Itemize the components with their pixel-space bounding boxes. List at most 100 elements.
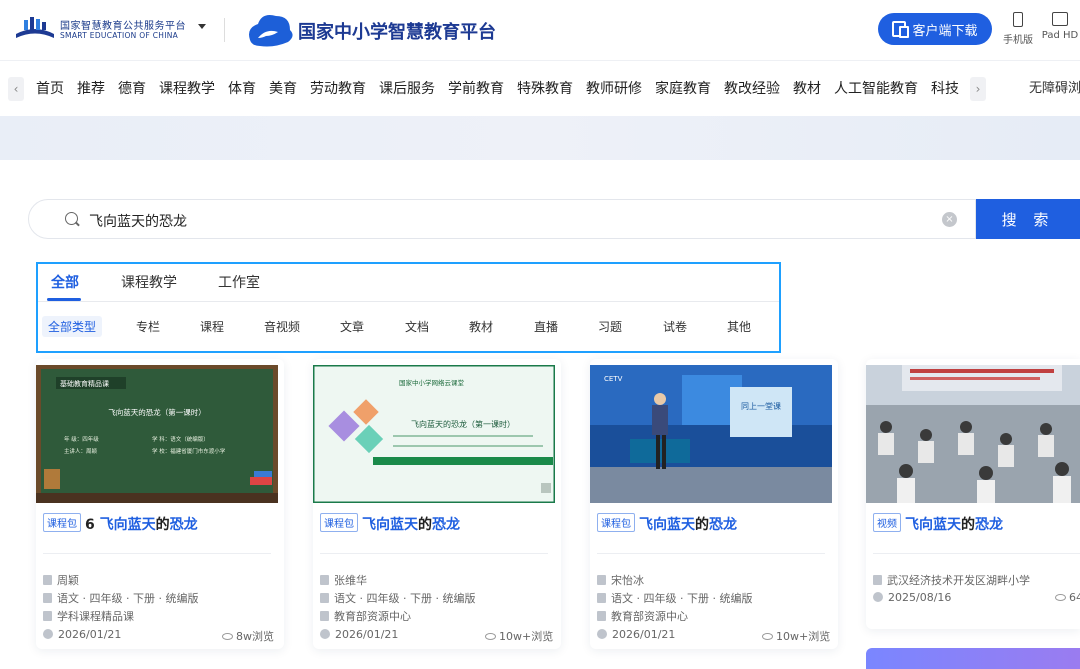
pad-version-link[interactable]: Pad HD [1040, 12, 1080, 41]
result-card[interactable]: 国家中小学网络云课堂 飞向蓝天的恐龙（第一课时） 课程包 飞向蓝天的恐龙 张维华 … [313, 359, 561, 649]
type-filter-other[interactable]: 其他 [727, 318, 751, 335]
source-name: 学科课程精品课 [57, 610, 134, 623]
type-filter-course[interactable]: 课程 [200, 318, 224, 335]
card-title[interactable]: 课程包 6 飞向蓝天的恐龙 [43, 513, 273, 534]
nav-item[interactable]: 家庭教育 [655, 61, 711, 117]
tab-studio[interactable]: 工作室 [218, 272, 260, 292]
thumb-subject: 学 科：语文（统编版） [152, 435, 209, 443]
title-text: 的 [155, 517, 170, 533]
nav-scroll-left-button[interactable]: ‹ [8, 77, 24, 101]
source-icon [597, 611, 606, 621]
subject-info: 语文 · 四年级 · 下册 · 统编版 [611, 592, 753, 605]
card-source: 教育部资源中心 [320, 608, 411, 624]
clock-icon [320, 629, 330, 639]
clear-icon[interactable]: × [942, 212, 957, 227]
brand-cn-name: 国家智慧教育公共服务平台 [60, 21, 186, 32]
card-title[interactable]: 课程包 飞向蓝天的恐龙 [597, 513, 827, 534]
type-filter-live[interactable]: 直播 [534, 318, 558, 335]
accessibility-link[interactable]: 无障碍浏 [1029, 61, 1080, 117]
search-icon [65, 212, 78, 225]
title-highlight: 恐龙 [432, 517, 460, 533]
type-filter-all[interactable]: 全部类型 [42, 316, 103, 337]
thumb-lecturer: 主讲人：周颖 [64, 447, 98, 455]
nav-item[interactable]: 德育 [118, 61, 146, 117]
client-download-label: 客户端下载 [912, 23, 978, 39]
view-count: 64 [1055, 591, 1080, 604]
thumb-heading: 基础教育精品课 [60, 379, 109, 388]
content-type-badge: 课程包 [597, 513, 635, 532]
type-filter-av[interactable]: 音视频 [264, 318, 300, 335]
card-title[interactable]: 课程包 飞向蓝天的恐龙 [320, 513, 550, 534]
client-download-button[interactable]: 客户端下载 [878, 13, 992, 45]
tab-all[interactable]: 全部 [51, 272, 79, 292]
publish-date: 2026/01/21 [58, 628, 122, 641]
nav-item[interactable]: 劳动教育 [310, 61, 366, 117]
tab-course-teaching[interactable]: 课程教学 [121, 272, 177, 292]
nav-item[interactable]: 科技 [931, 61, 959, 117]
result-card[interactable]: 基础教育精品课 飞向蓝天的恐龙（第一课时） 年 级：四年级 学 科：语文（统编版… [36, 359, 284, 649]
views-text: 10w+浏览 [499, 630, 554, 643]
device-download-icon [892, 21, 910, 38]
brand-en-name: SMART EDUCATION OF CHINA [60, 31, 179, 40]
nav-item[interactable]: 推荐 [77, 61, 105, 117]
book-icon [320, 593, 329, 603]
pad-label: Pad HD [1041, 30, 1079, 41]
filter-panel: 全部 课程教学 工作室 全部类型 专栏 课程 音视频 文章 文档 教材 直播 习… [36, 262, 781, 353]
views-text: 10w+浏览 [776, 630, 831, 643]
thumb-school: 学 校：福建省厦门市东渡小学 [152, 447, 226, 455]
title-highlight: 飞向蓝天 [905, 517, 961, 533]
nav-item[interactable]: 首页 [36, 61, 64, 117]
card-author: 张维华 [320, 572, 367, 588]
phone-label: 手机版 [1003, 35, 1033, 46]
type-filter-textbook[interactable]: 教材 [469, 318, 493, 335]
title-prefix: 6 [85, 517, 100, 533]
nav-item[interactable]: 美育 [269, 61, 297, 117]
course-thumbnail: 基础教育精品课 飞向蓝天的恐龙（第一课时） 年 级：四年级 学 科：语文（统编版… [36, 365, 278, 503]
type-filter-exam[interactable]: 试卷 [663, 318, 687, 335]
video-thumbnail [866, 365, 1080, 503]
divider [320, 553, 548, 554]
nav-item[interactable]: 体育 [228, 61, 256, 117]
nav-item[interactable]: 课后服务 [379, 61, 435, 117]
nav-item[interactable]: 特殊教育 [517, 61, 573, 117]
phone-version-link[interactable]: 手机版 [998, 12, 1038, 46]
clock-icon [873, 592, 883, 602]
document-icon [43, 575, 52, 585]
platform-brand[interactable]: 国家中小学智慧教育平台 [244, 10, 504, 50]
nav-item[interactable]: 人工智能教育 [834, 61, 918, 117]
clock-icon [43, 629, 53, 639]
search-query[interactable]: 飞向蓝天的恐龙 [89, 211, 187, 231]
chevron-down-icon[interactable] [198, 24, 206, 29]
type-filter-article[interactable]: 文章 [340, 318, 364, 335]
type-filter-column[interactable]: 专栏 [136, 318, 160, 335]
eye-icon [1055, 594, 1066, 601]
clock-icon [597, 629, 607, 639]
view-count: 10w+浏览 [762, 628, 830, 644]
title-text: 的 [695, 517, 709, 533]
thumb-title: 飞向蓝天的恐龙（第一课时） [108, 407, 206, 417]
thumb-heading: 国家中小学网络云课堂 [399, 378, 465, 387]
nav-scroll-right-button[interactable]: › [970, 77, 986, 101]
smart-education-brand[interactable]: 国家智慧教育公共服务平台 SMART EDUCATION OF CHINA [14, 14, 194, 44]
nav-item[interactable]: 教材 [793, 61, 821, 117]
tab-underline [47, 298, 81, 301]
nav-item[interactable]: 课程教学 [159, 61, 215, 117]
phone-icon [1013, 12, 1023, 27]
type-filter-document[interactable]: 文档 [405, 318, 429, 335]
top-header: 国家智慧教育公共服务平台 SMART EDUCATION OF CHINA 国家… [0, 0, 1080, 60]
type-filter-exercise[interactable]: 习题 [598, 318, 622, 335]
divider [873, 553, 1080, 554]
search-input[interactable]: 飞向蓝天的恐龙 × [28, 199, 976, 239]
nav-item[interactable]: 教师研修 [586, 61, 642, 117]
divider [43, 553, 271, 554]
channel-logo: CETV [604, 375, 623, 383]
search-button[interactable]: 搜 索 [976, 199, 1080, 239]
title-text: 的 [961, 517, 975, 533]
title-text: 的 [418, 517, 432, 533]
nav-item[interactable]: 学前教育 [448, 61, 504, 117]
card-title[interactable]: 视频 飞向蓝天的恐龙 [873, 513, 1080, 534]
result-card[interactable]: 视频 飞向蓝天的恐龙 武汉经济技术开发区湖畔小学 2025/08/16 64 [866, 359, 1080, 629]
result-card[interactable]: 同上一堂课 CETV 课程包 飞向蓝天的恐龙 宋怡冰 语文 · 四年级 · 下册 … [590, 359, 838, 649]
result-tabs: 全部 课程教学 工作室 [38, 264, 779, 302]
nav-item[interactable]: 教改经验 [724, 61, 780, 117]
